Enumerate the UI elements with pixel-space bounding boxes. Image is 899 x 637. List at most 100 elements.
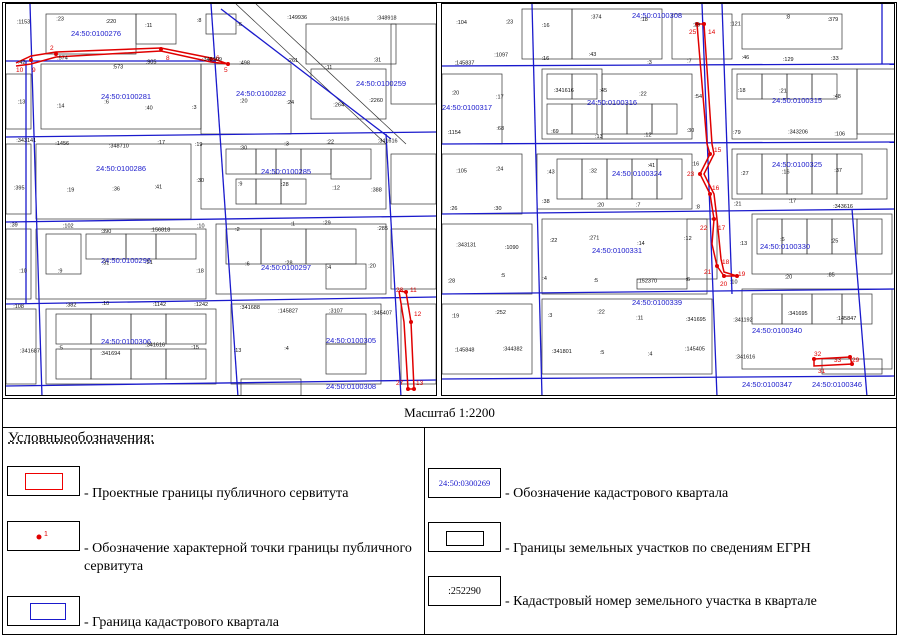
point-labels: 25 14 15 23 16 22 17 18 19 20 21 32 33 2… (687, 29, 860, 375)
point-label: 29 (852, 357, 860, 364)
quarter-label: 24:50:0100330 (760, 242, 810, 251)
quarter-label: 24:50:0100276 (71, 29, 121, 38)
parcel-number: :6 (104, 100, 109, 106)
legend-swatch-quarter-label: 24:50:0300269 (428, 468, 501, 498)
parcel-number: :22 (639, 92, 647, 98)
legend-text-parcel-border: - Границы земельных участков по сведения… (505, 541, 811, 556)
parcel-number: :29 (323, 221, 331, 227)
parcel-number: :12 (644, 133, 652, 139)
parcel-number: :17 (496, 95, 504, 101)
parcel-number: :42 (18, 60, 26, 66)
parcel-number: :498 (239, 61, 250, 67)
point-label: 33 (834, 357, 842, 364)
parcel-number: :13 (740, 241, 748, 247)
parcel-number: :31 (374, 57, 382, 63)
parcel-number: :341694 (100, 351, 120, 357)
parcel-number: :8 (786, 15, 791, 21)
legend-text-servitude-point-line: - Обозначение характерной точки границы … (84, 541, 412, 574)
left-map-drawing: 2 8 9 10 6 5 28 11 12 13 27 24:50:010027… (6, 4, 436, 395)
quarter-label: 24:50:0100331 (592, 246, 642, 255)
point-label: 2 (50, 45, 54, 52)
parcel-number: :22 (550, 238, 558, 244)
parcel-number: :343131 (456, 243, 476, 249)
parcel-number: :6 (245, 262, 250, 268)
legend-swatch-parcel-number: :252290 (428, 576, 501, 606)
parcel-number: :5 (501, 273, 506, 279)
point-label: 15 (714, 147, 722, 154)
legend-title: Условныеобозначения: (8, 430, 155, 446)
parcel-number: :379 (828, 17, 839, 23)
legend-text-servitude-point: - Обозначение характерной точки границы … (84, 540, 419, 576)
parcel-number: :2260 (369, 98, 383, 104)
parcel-number: :30 (196, 178, 204, 184)
parcel-number: :341695 (686, 317, 706, 323)
parcel-number: :23 (506, 19, 514, 25)
parcel-number: :45 (599, 88, 607, 94)
parcel-number: :18 (738, 88, 746, 94)
quarter-boundaries (442, 4, 894, 395)
black-rectangle-icon (446, 531, 484, 546)
legend-swatch-servitude-point: 1 (7, 521, 80, 551)
parcel-number: :37 (834, 168, 842, 174)
parcel-number: :28 (285, 261, 293, 267)
parcel-number: :22 (326, 139, 334, 145)
parcel-number: :7 (687, 59, 692, 65)
parcel-number: :19 (195, 142, 203, 148)
quarter-label: 24:50:0100308 (326, 382, 376, 391)
parcel-number: :30 (494, 206, 502, 212)
parcel-number: :343141 (16, 138, 36, 144)
parcel-sample-label: :252290 (448, 585, 481, 597)
parcel-number: :13 (234, 348, 242, 354)
parcel-number: :36 (112, 187, 120, 193)
point-label: 19 (738, 271, 746, 278)
parcel-number: :16 (782, 170, 790, 176)
parcel-number: :20 (785, 274, 793, 280)
parcel-number: :374 (591, 15, 602, 21)
parcel-number: :20 (597, 203, 605, 209)
quarter-label: 24:50:0100315 (772, 96, 822, 105)
right-map-panel: 25 14 15 23 16 22 17 18 19 20 21 32 33 2… (441, 3, 895, 396)
quarter-label: 24:50:0100282 (236, 89, 286, 98)
parcel-number: :3 (647, 60, 652, 66)
quarter-label: 24:50:0100339 (632, 298, 682, 307)
point-label: 5 (224, 67, 228, 74)
parcel-number: :341616 (145, 343, 165, 349)
parcel-number: :343616 (833, 204, 853, 210)
parcel-number: :10 (197, 224, 205, 230)
parcel-number: :220 (106, 19, 117, 25)
parcel-number: :14 (637, 241, 645, 247)
quarter-label: 24:50:0100324 (612, 169, 662, 178)
scale-caption: Масштаб 1:2200 (2, 398, 897, 428)
quarter-label: 24:50:0100347 (742, 380, 792, 389)
parcel-number: :348710 (109, 144, 129, 150)
parcel-number: :341192 (733, 317, 752, 323)
parcel-number: :1090 (505, 245, 519, 251)
parcel-number: :145848 (455, 348, 475, 354)
parcel-number: :573 (113, 65, 124, 71)
parcel-number: :261 (287, 58, 298, 64)
parcel-number: :105 (456, 168, 467, 174)
parcel-number: :23 (56, 16, 64, 22)
parcel-number: :345407 (372, 310, 392, 316)
parcel-number: :344382 (503, 347, 523, 353)
parcel-number: :145837 (455, 61, 475, 67)
parcel-number: :21 (779, 89, 787, 95)
point-label: 8 (166, 55, 170, 62)
parcel-number: :43 (547, 170, 555, 176)
quarter-label: 24:50:0100305 (326, 336, 376, 345)
parcel-number: :68 (496, 126, 504, 132)
quarter-label: 24:50:0100286 (96, 164, 146, 173)
parcel-number: :10 (102, 301, 110, 307)
point-label: 10 (16, 67, 24, 74)
parcel-number: :13 (18, 99, 26, 105)
parcel-number: :24 (496, 166, 504, 172)
parcel-number: :152370 (637, 279, 657, 285)
parcel-number: :41 (155, 184, 163, 190)
parcel-number: :104 (456, 20, 467, 26)
point-label: 22 (700, 225, 708, 232)
legend-text-servitude-border: - Проектные границы публичного сервитута (84, 486, 349, 501)
point-label: 28 (396, 287, 404, 294)
parcel-number: :12 (332, 185, 340, 191)
parcel-number: :26 (450, 206, 458, 212)
point-label: 20 (720, 281, 728, 288)
